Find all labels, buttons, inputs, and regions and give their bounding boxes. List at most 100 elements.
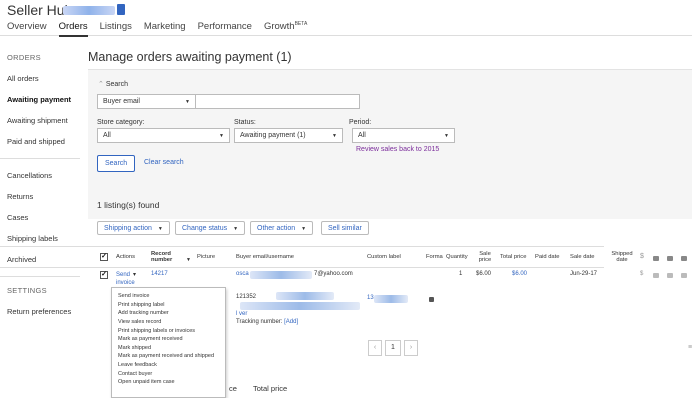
nav-listings[interactable]: Listings <box>100 21 132 37</box>
footer-col-total-price: Total price <box>253 384 288 393</box>
col-sale-price: Sale price <box>478 251 492 263</box>
send-invoice-label-wrap: invoice <box>116 280 135 286</box>
search-button[interactable]: Search <box>97 155 136 172</box>
search-field-select[interactable]: Buyer email ▼ <box>97 94 196 109</box>
main-content: Manage orders awaiting payment (1) ⌃ Sea… <box>88 44 692 235</box>
buyer-username-link[interactable]: osca <box>236 271 249 277</box>
row-quantity: 1 <box>459 271 463 277</box>
menu-item-contact-buyer[interactable]: Contact buyer <box>112 369 225 378</box>
col-picture: Picture <box>197 254 216 260</box>
col-paid-date: Paid date <box>535 254 560 260</box>
main-nav: Overview Orders Listings Marketing Perfo… <box>7 21 319 37</box>
sidebar-item-cancellations[interactable]: Cancellations <box>7 171 80 180</box>
period-select[interactable]: All ▼ <box>352 128 455 143</box>
caret-down-icon: ▼ <box>157 226 163 232</box>
sidebar-item-returns[interactable]: Returns <box>7 192 80 201</box>
search-toggle[interactable]: ⌃ Search <box>98 80 128 88</box>
tracking-row: Tracking number: [Add] <box>236 319 298 325</box>
dollar-icon: $ <box>640 253 644 260</box>
status-value: Awaiting payment (1) <box>240 132 306 139</box>
menu-item-print-labels-invoices[interactable]: Print shipping labels or invoices <box>112 326 225 335</box>
menu-item-send-invoice[interactable]: Send invoice <box>112 292 225 301</box>
sidebar-item-paid-shipped[interactable]: Paid and shipped <box>7 137 80 146</box>
sort-caret-icon[interactable]: ▼ <box>186 257 191 263</box>
sidebar-divider <box>0 276 80 277</box>
actions-dropdown-menu: Send invoice Print shipping label Add tr… <box>111 287 226 398</box>
table-header: ✓ Actions Record number ▼ Picture Buyer … <box>0 246 687 268</box>
review-sales-link[interactable]: Review sales back to 2015 <box>356 146 439 153</box>
next-page-button[interactable]: › <box>404 340 418 356</box>
other-action-label: Other action <box>257 225 296 232</box>
custom-label-start: 13 <box>367 295 374 301</box>
caret-down-icon: ▼ <box>444 133 449 139</box>
menu-item-print-shipping-label[interactable]: Print shipping label <box>112 301 225 310</box>
caret-down-icon: ▾ <box>133 272 137 278</box>
menu-item-add-tracking-number[interactable]: Add tracking number <box>112 309 225 318</box>
results-count: 1 listing(s) found <box>97 200 160 210</box>
feedback-status-icon <box>653 273 659 278</box>
search-field-value: Buyer email <box>103 98 140 105</box>
menu-item-mark-shipped[interactable]: Mark shipped <box>112 344 225 353</box>
shipped-icon <box>667 256 673 261</box>
sell-similar-button[interactable]: Sell similar <box>321 221 369 235</box>
menu-item-open-unpaid-case[interactable]: Open unpaid item case <box>112 378 225 387</box>
menu-item-view-sales-record[interactable]: View sales record <box>112 318 225 327</box>
nav-marketing[interactable]: Marketing <box>144 21 186 37</box>
menu-item-mark-paid-shipped[interactable]: Mark as payment received and shipped <box>112 352 225 361</box>
sidebar-divider <box>0 158 80 159</box>
store-category-label: Store category: <box>97 119 145 126</box>
custom-label-redacted <box>374 295 408 303</box>
prev-page-button[interactable]: ‹ <box>368 340 382 356</box>
row-sale-date: Jun-29-17 <box>570 271 598 277</box>
sidebar-item-cases[interactable]: Cases <box>7 213 80 222</box>
status-select[interactable]: Awaiting payment (1) ▼ <box>234 128 343 143</box>
change-status-button[interactable]: Change status ▼ <box>175 221 246 235</box>
select-all-checkbox[interactable]: ✓ <box>100 253 108 261</box>
results-section: 1 listing(s) found <box>88 196 692 210</box>
clear-search-link[interactable]: Clear search <box>144 159 184 166</box>
col-format: Forma <box>426 254 443 260</box>
nav-growth[interactable]: GrowthBETA <box>264 21 307 37</box>
status-label: Status: <box>234 119 256 126</box>
sidebar-item-all-orders[interactable]: All orders <box>7 74 80 83</box>
send-invoice-button[interactable]: Send ▾ <box>116 271 136 278</box>
nav-performance[interactable]: Performance <box>198 21 252 37</box>
col-total-price: Total price <box>500 254 527 260</box>
record-number-link[interactable]: 14217 <box>151 271 168 277</box>
sidebar-item-awaiting-payment[interactable]: Awaiting payment <box>7 95 80 104</box>
top-header: Seller Hub Overview Orders Listings Mark… <box>0 0 692 37</box>
page-1-button[interactable]: 1 <box>385 340 401 356</box>
store-category-select[interactable]: All ▼ <box>97 128 230 143</box>
nav-growth-label: Growth <box>263 21 295 33</box>
sidebar-heading-orders: ORDERS <box>7 53 41 62</box>
sidebar-item-shipping-labels[interactable]: Shipping labels <box>7 234 80 243</box>
col-shipped-date: Shipped date <box>611 251 633 263</box>
sidebar-item-return-preferences[interactable]: Return preferences <box>7 307 80 316</box>
col-record-number[interactable]: Record number <box>151 251 181 263</box>
menu-item-leave-feedback[interactable]: Leave feedback <box>112 361 225 370</box>
search-input[interactable] <box>195 94 360 109</box>
search-toggle-label: Search <box>105 81 128 88</box>
item-title-link[interactable]: l ver <box>236 311 247 317</box>
add-tracking-link[interactable]: [Add] <box>284 319 298 325</box>
paid-status-icon: $ <box>640 271 644 277</box>
menu-item-mark-payment-received[interactable]: Mark as payment received <box>112 335 225 344</box>
caret-down-icon: ▼ <box>219 133 224 139</box>
store-badge-icon <box>117 4 125 15</box>
auction-format-icon <box>429 297 434 302</box>
sidebar-item-awaiting-shipment[interactable]: Awaiting shipment <box>7 116 80 125</box>
nav-overview[interactable]: Overview <box>7 21 47 37</box>
item-title-redacted <box>240 302 360 310</box>
send-invoice-label: Send <box>116 272 131 278</box>
buyer-email: 7@yahoo.com <box>314 271 353 277</box>
row-checkbox[interactable]: ✓ <box>100 271 108 279</box>
address-redacted <box>276 292 334 300</box>
nav-orders[interactable]: Orders <box>58 21 88 37</box>
shipping-action-button[interactable]: Shipping action ▼ <box>97 221 170 235</box>
other-action-button[interactable]: Other action ▼ <box>250 221 314 235</box>
store-category-value: All <box>103 132 111 139</box>
col-custom-label: Custom label <box>367 254 401 260</box>
caret-down-icon: ▼ <box>332 133 337 139</box>
row-total-price[interactable]: $6.00 <box>512 271 527 277</box>
col-buyer: Buyer email/username <box>236 254 294 260</box>
